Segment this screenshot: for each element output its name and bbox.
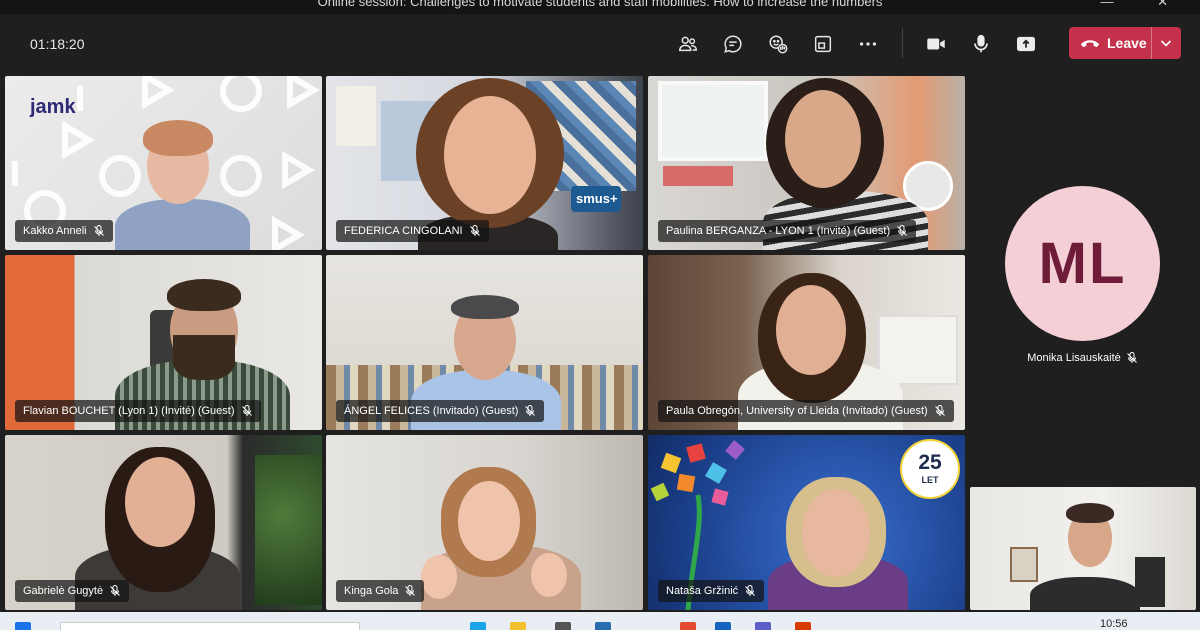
muted-mic-icon <box>897 225 908 236</box>
chat-icon[interactable] <box>718 30 748 58</box>
more-options-icon[interactable] <box>853 30 883 58</box>
participant-name-label: Flavian BOUCHET (Lyon 1) (Invité) (Guest… <box>15 400 261 422</box>
microphone-icon[interactable] <box>966 30 996 58</box>
powerpoint-icon[interactable] <box>795 622 811 630</box>
toolbar-divider <box>902 28 903 58</box>
video-tile[interactable]: smus+ FEDERICA CINGOLANI <box>326 76 643 250</box>
teams-icon[interactable] <box>755 622 771 630</box>
call-timer: 01:18:20 <box>30 36 85 52</box>
video-tile[interactable]: Flavian BOUCHET (Lyon 1) (Invité) (Guest… <box>5 255 322 430</box>
muted-mic-icon <box>110 585 120 596</box>
app-icon[interactable] <box>595 622 611 630</box>
outlook-icon[interactable] <box>715 622 731 630</box>
video-tile[interactable]: Paulina BERGANZA - LYON 1 (Invité) (Gues… <box>648 76 965 250</box>
muted-mic-icon <box>745 585 755 596</box>
participant-name-label: Kinga Gola <box>336 580 425 602</box>
video-tile[interactable]: Kinga Gola <box>326 435 643 610</box>
video-tile[interactable]: 25 LET Nataša Gržinić <box>648 435 965 610</box>
muted-mic-icon <box>1126 352 1137 363</box>
participant-name-label: Gabrielė Gugytė <box>15 580 130 602</box>
start-icon[interactable] <box>15 622 31 630</box>
participant-name-label: Paulina BERGANZA - LYON 1 (Invité) (Gues… <box>658 220 917 242</box>
meeting-title: Online session: Challenges to motivate s… <box>317 0 883 9</box>
participant-name-label: ÁNGEL FELICES (Invitado) (Guest) <box>336 400 545 422</box>
muted-mic-icon <box>241 405 252 416</box>
store-icon[interactable] <box>555 622 571 630</box>
edge-icon[interactable] <box>470 622 486 630</box>
leave-label: Leave <box>1107 35 1147 51</box>
meeting-toolbar: 01:18:20 Leave <box>0 14 1200 74</box>
camera-icon[interactable] <box>921 30 951 58</box>
muted-mic-icon <box>934 405 945 416</box>
app-icon[interactable] <box>680 622 696 630</box>
os-taskbar: 10:56 <box>0 612 1200 630</box>
participant-name-label: Paula Obregón, University of Lleida (Inv… <box>658 400 954 422</box>
folder-icon[interactable] <box>510 622 526 630</box>
muted-mic-icon <box>93 225 104 236</box>
window-title-bar: Online session: Challenges to motivate s… <box>0 0 1200 14</box>
muted-mic-icon <box>525 405 536 416</box>
leave-button[interactable]: Leave <box>1069 27 1181 59</box>
self-view-tile[interactable] <box>970 487 1196 610</box>
muted-mic-icon <box>405 585 416 596</box>
reactions-icon[interactable] <box>763 30 793 58</box>
people-icon[interactable] <box>673 30 703 58</box>
participant-name-label: Nataša Gržinić <box>658 580 765 602</box>
window-controls[interactable]: — ✕ <box>1100 0 1188 10</box>
video-tile[interactable]: ÁNGEL FELICES (Invitado) (Guest) <box>326 255 643 430</box>
participant-name-label: Kakko Anneli <box>15 220 113 242</box>
anniversary-badge: 25 LET <box>900 439 960 499</box>
participant-name-label: FEDERICA CINGOLANI <box>336 220 489 242</box>
video-tile[interactable]: Gabrielė Gugytė <box>5 435 322 610</box>
share-screen-icon[interactable] <box>1011 30 1041 58</box>
hang-up-icon <box>1080 40 1100 48</box>
video-tile[interactable]: Paula Obregón, University of Lleida (Inv… <box>648 255 965 430</box>
participant-name-label: Monika Lisauskaitė <box>1000 352 1165 364</box>
search-input[interactable] <box>60 622 360 630</box>
company-logo: jamk <box>30 96 76 118</box>
chevron-down-icon[interactable] <box>1158 35 1174 51</box>
muted-mic-icon <box>469 225 480 236</box>
taskbar-clock: 10:56 <box>1100 618 1128 630</box>
breakout-rooms-icon[interactable] <box>808 30 838 58</box>
video-tile[interactable]: jamk Kakko Anneli <box>5 76 322 250</box>
poster-text: smus+ <box>571 186 621 212</box>
avatar[interactable]: ML <box>1005 186 1160 341</box>
